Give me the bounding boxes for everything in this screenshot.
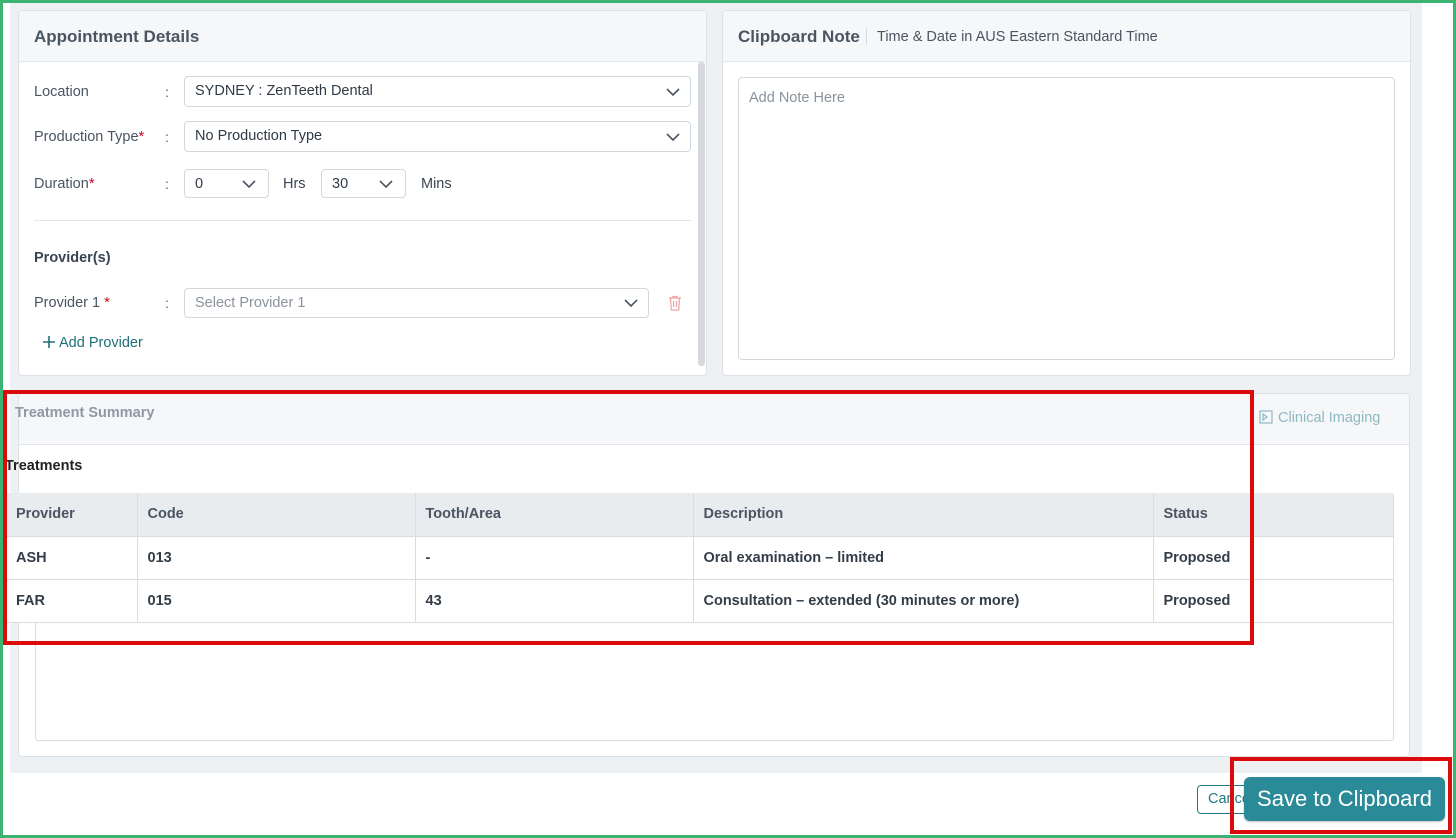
providers-heading: Provider(s) <box>34 250 111 266</box>
duration-hours-select[interactable]: 0 <box>184 169 269 198</box>
cell-provider: FAR <box>6 579 138 623</box>
chevron-down-icon <box>666 133 680 142</box>
chevron-down-icon <box>379 180 393 189</box>
tab-treatment-summary[interactable]: Treatment Summary <box>15 405 154 421</box>
duration-minutes-value: 30 <box>332 176 349 192</box>
add-provider-button[interactable]: Add Provider <box>42 335 143 351</box>
chevron-down-icon <box>666 88 680 97</box>
cell-provider: ASH <box>6 536 138 580</box>
duration-hours-value: 0 <box>195 176 204 192</box>
colon: : <box>165 84 169 100</box>
cell-status: Proposed <box>1153 579 1393 623</box>
location-select[interactable]: SYDNEY : ZenTeeth Dental <box>184 76 691 107</box>
column-header-code: Code <box>137 493 416 537</box>
appointment-details-header: Appointment Details <box>19 11 706 62</box>
table-row[interactable]: ASH 013 - Oral examination – limited Pro… <box>6 536 1393 580</box>
colon: : <box>165 295 169 311</box>
cell-tooth-area: - <box>415 536 694 580</box>
cell-tooth-area: 43 <box>415 579 694 623</box>
minutes-unit: Mins <box>421 176 452 192</box>
colon: : <box>165 129 169 145</box>
production-type-value: No Production Type <box>195 128 323 144</box>
production-type-select[interactable]: No Production Type <box>184 121 691 152</box>
header-separator <box>866 28 867 45</box>
treatments-table: Provider Code Tooth/Area Description Sta… <box>6 493 1393 623</box>
clipboard-note-header: Clipboard Note Time & Date in AUS Easter… <box>723 11 1410 62</box>
scroll-gutter <box>1422 3 1453 773</box>
chevron-down-icon <box>624 299 638 308</box>
tab-clinical-imaging[interactable]: Clinical Imaging <box>1259 410 1380 426</box>
production-type-label: Production Type* <box>34 129 145 145</box>
cell-status: Proposed <box>1153 536 1393 580</box>
panel-scrollbar[interactable] <box>698 62 705 366</box>
table-row[interactable]: FAR 015 43 Consultation – extended (30 m… <box>6 579 1393 623</box>
image-icon <box>1259 410 1273 424</box>
chevron-down-icon <box>242 180 256 189</box>
duration-minutes-select[interactable]: 30 <box>321 169 406 198</box>
cell-code: 015 <box>137 579 416 623</box>
plus-icon <box>43 336 55 348</box>
panel-title: Clipboard Note <box>738 27 860 46</box>
location-value: SYDNEY : ZenTeeth Dental <box>195 83 373 99</box>
provider-1-label: Provider 1 * <box>34 295 110 311</box>
provider-1-select[interactable]: Select Provider 1 <box>184 288 649 318</box>
timezone-note: Time & Date in AUS Eastern Standard Time <box>877 29 1158 45</box>
table-header-row: Provider Code Tooth/Area Description Sta… <box>6 493 1393 537</box>
duration-label: Duration* <box>34 176 95 192</box>
cell-code: 013 <box>137 536 416 580</box>
hours-unit: Hrs <box>283 176 306 192</box>
trash-icon[interactable] <box>668 295 682 311</box>
column-header-tooth-area: Tooth/Area <box>415 493 694 537</box>
column-header-description: Description <box>693 493 1154 537</box>
location-label: Location <box>34 84 89 100</box>
note-placeholder: Add Note Here <box>749 90 845 106</box>
cell-description: Oral examination – limited <box>693 536 1154 580</box>
panel-title: Appointment Details <box>34 27 200 46</box>
column-header-provider: Provider <box>6 493 138 537</box>
column-header-status: Status <box>1153 493 1393 537</box>
cell-description: Consultation – extended (30 minutes or m… <box>693 579 1154 623</box>
save-to-clipboard-button[interactable]: Save to Clipboard <box>1244 777 1445 821</box>
section-divider <box>34 220 691 221</box>
clipboard-note-input[interactable]: Add Note Here <box>738 77 1395 360</box>
treatment-summary-header <box>19 394 1409 445</box>
colon: : <box>165 176 169 192</box>
provider-1-placeholder: Select Provider 1 <box>195 295 306 311</box>
treatments-heading: Treatments <box>5 458 83 474</box>
